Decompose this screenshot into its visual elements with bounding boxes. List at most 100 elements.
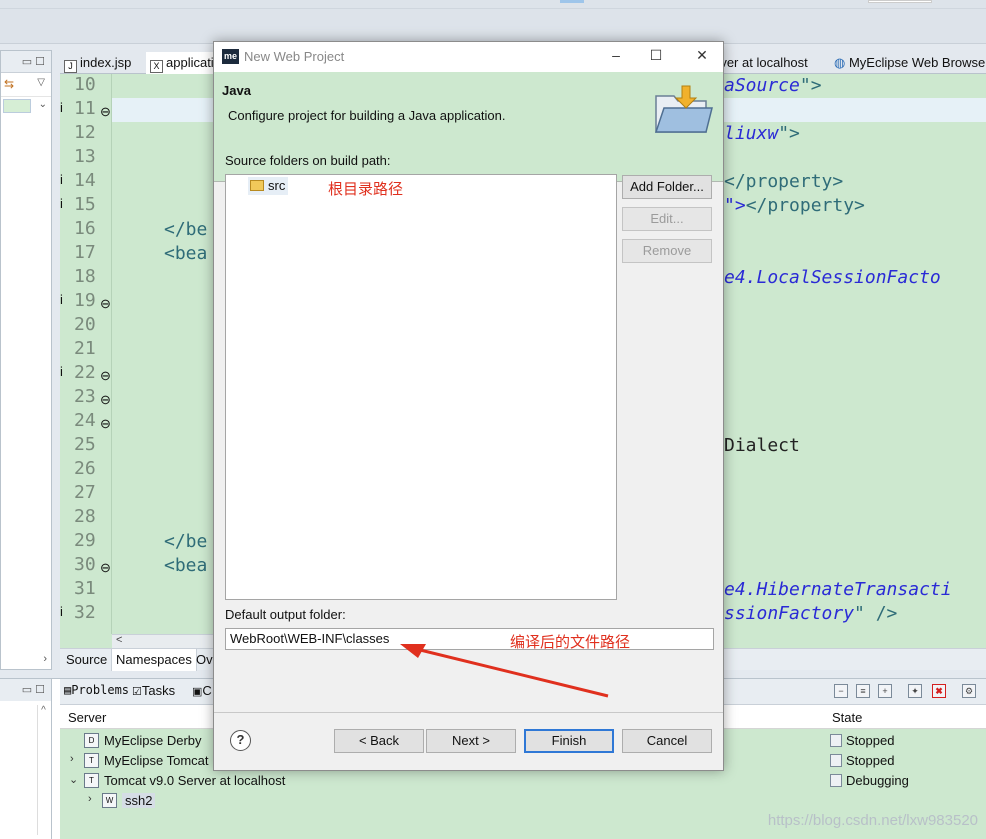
line-number: 18 — [74, 266, 96, 287]
code-line[interactable]: e4.HibernateTransacti — [724, 579, 952, 600]
chevron-right-icon[interactable]: › — [70, 753, 74, 765]
line-number: 17 — [74, 242, 96, 263]
remove-button[interactable]: Remove — [622, 239, 712, 263]
watermark: https://blog.csdn.net/lxw983520 — [767, 812, 978, 829]
filter-combo[interactable] — [3, 99, 31, 113]
line-number: 32 — [74, 602, 96, 623]
output-folder-label: Default output folder: — [225, 607, 346, 622]
new-web-project-dialog: me New Web Project – ☐ ✕ Java Configure … — [213, 41, 724, 771]
tab-tasks[interactable]: ☑Tasks — [132, 683, 175, 698]
line-number: 19 — [74, 290, 96, 311]
tab-label: C — [202, 683, 212, 698]
link-editor-icon[interactable]: ⇆ — [4, 77, 14, 91]
code-token: "> — [778, 123, 800, 144]
chevron-right-icon[interactable]: › — [88, 793, 92, 805]
console-icon: ▣ — [192, 686, 203, 698]
line-number: 22 — [74, 362, 96, 383]
tab-index-jsp[interactable]: Jindex.jsp — [60, 52, 146, 74]
annotation-root-path: 根目录路径 — [328, 181, 404, 198]
chevron-right-icon[interactable]: › — [43, 653, 47, 665]
next-button[interactable]: Next > — [426, 729, 516, 753]
tab-problems[interactable]: ▤Problems — [64, 683, 129, 697]
project-row[interactable]: › W ssh2 — [60, 791, 986, 811]
tasks-icon: ☑ — [132, 686, 142, 698]
collapse-all-icon[interactable]: − — [834, 684, 848, 698]
tab-label: rver at localhost — [716, 55, 808, 70]
debugging-icon — [830, 774, 842, 787]
source-folders-list[interactable]: src 根目录路径 — [225, 174, 617, 600]
line-number-gutter: 10 i ⊖ 11 12 13 i 14 i 15 16 17 18 i ⊖ 19 20 21 i ⊖ 22 ⊖ 23 ⊖ 24… — [60, 74, 112, 634]
left-bottom-body: ^ — [0, 701, 52, 839]
line-number: 16 — [74, 218, 96, 239]
minimize-button[interactable]: – — [606, 47, 626, 63]
details-icon[interactable]: ≡ — [856, 684, 870, 698]
line-number: 25 — [74, 434, 96, 455]
tab-source[interactable]: Source — [62, 649, 113, 671]
chevron-down-icon[interactable]: ⌄ — [39, 99, 47, 110]
line-number: 29 — [74, 530, 96, 551]
toolbar-search-box[interactable] — [868, 0, 932, 3]
finish-button[interactable]: Finish — [524, 729, 614, 753]
minimize-maximize-icons[interactable]: ▭ ☐ — [22, 683, 45, 696]
code-line[interactable]: </property> — [724, 171, 843, 192]
settings-gear-icon[interactable]: ⚙ — [962, 684, 976, 698]
column-state[interactable]: State — [832, 710, 862, 725]
code-line[interactable]: <bea — [164, 555, 207, 576]
line-number: 27 — [74, 482, 96, 503]
minimize-maximize-icons[interactable]: ▭ ☐ — [22, 55, 45, 68]
browser-icon: ◍ — [834, 55, 849, 70]
delete-icon[interactable]: ✖ — [932, 684, 946, 698]
tomcat-icon: T — [84, 753, 99, 768]
code-token: liuxw — [724, 123, 779, 144]
new-server-icon[interactable]: ✦ — [908, 684, 922, 698]
jsp-file-icon: J — [64, 60, 77, 73]
code-token: e4.LocalSessionFacto — [724, 267, 941, 288]
tomcat-icon: T — [84, 773, 99, 788]
panel-toolbar: ⇆ ▽ — [1, 73, 51, 97]
code-token: </property> — [745, 195, 865, 216]
column-server[interactable]: Server — [68, 710, 106, 725]
server-row[interactable]: ⌄ T Tomcat v9.0 Server at localhost Debu… — [60, 771, 986, 791]
tab-label: index.jsp — [80, 55, 132, 70]
line-number: 23 — [74, 386, 96, 407]
left-bottom-header: ▭ ☐ — [0, 679, 52, 701]
line-number: 13 — [74, 146, 96, 167]
expand-icon[interactable]: + — [878, 684, 892, 698]
toolbar-separator — [0, 8, 986, 9]
code-line[interactable]: </be — [164, 219, 207, 240]
tab-namespaces[interactable]: Namespaces — [112, 649, 197, 671]
close-button[interactable]: ✕ — [692, 47, 712, 64]
help-icon[interactable]: ? — [230, 730, 251, 751]
code-line[interactable]: Dialect — [724, 435, 800, 456]
vertical-scrollbar[interactable]: ^ — [37, 705, 49, 835]
code-token: Dialect — [724, 435, 800, 456]
maximize-button[interactable]: ☐ — [646, 47, 666, 64]
code-line[interactable]: aSource"> — [724, 75, 822, 96]
code-token: "> — [799, 75, 822, 96]
code-line[interactable]: e4.LocalSessionFacto — [724, 267, 941, 288]
code-line[interactable]: "></property> — [724, 195, 865, 216]
line-number: 28 — [74, 506, 96, 527]
back-button[interactable]: < Back — [334, 729, 424, 753]
add-folder-button[interactable]: Add Folder... — [622, 175, 712, 199]
tab-web-browser[interactable]: ◍ MyEclipse Web Browse — [830, 52, 986, 74]
code-line[interactable]: <bea — [164, 243, 207, 264]
edit-button[interactable]: Edit... — [622, 207, 712, 231]
output-folder-field[interactable]: WebRoot\WEB-INF\classes — [225, 628, 714, 650]
tab-application-xml[interactable]: Xapplicati — [146, 52, 214, 74]
code-line[interactable]: liuxw"> — [724, 123, 800, 144]
chevron-down-icon[interactable]: ⌄ — [69, 773, 78, 786]
tab-console[interactable]: ▣C — [192, 683, 212, 698]
code-token: " /> — [854, 603, 898, 624]
line-number: 11 — [74, 98, 96, 119]
scroll-left-icon[interactable]: < — [116, 634, 122, 646]
code-line[interactable]: </be — [164, 531, 207, 552]
view-menu-icon[interactable]: ▽ — [37, 77, 45, 88]
list-item[interactable]: src — [248, 177, 289, 195]
code-line[interactable]: ssionFactory" /> — [724, 603, 897, 624]
dialog-titlebar[interactable]: me New Web Project – ☐ ✕ — [214, 42, 723, 72]
tab-server-at-localhost[interactable]: rver at localhost — [712, 52, 824, 74]
cancel-button[interactable]: Cancel — [622, 729, 712, 753]
server-name: MyEclipse Tomcat — [104, 753, 209, 768]
myeclipse-logo-icon: me — [222, 49, 239, 64]
